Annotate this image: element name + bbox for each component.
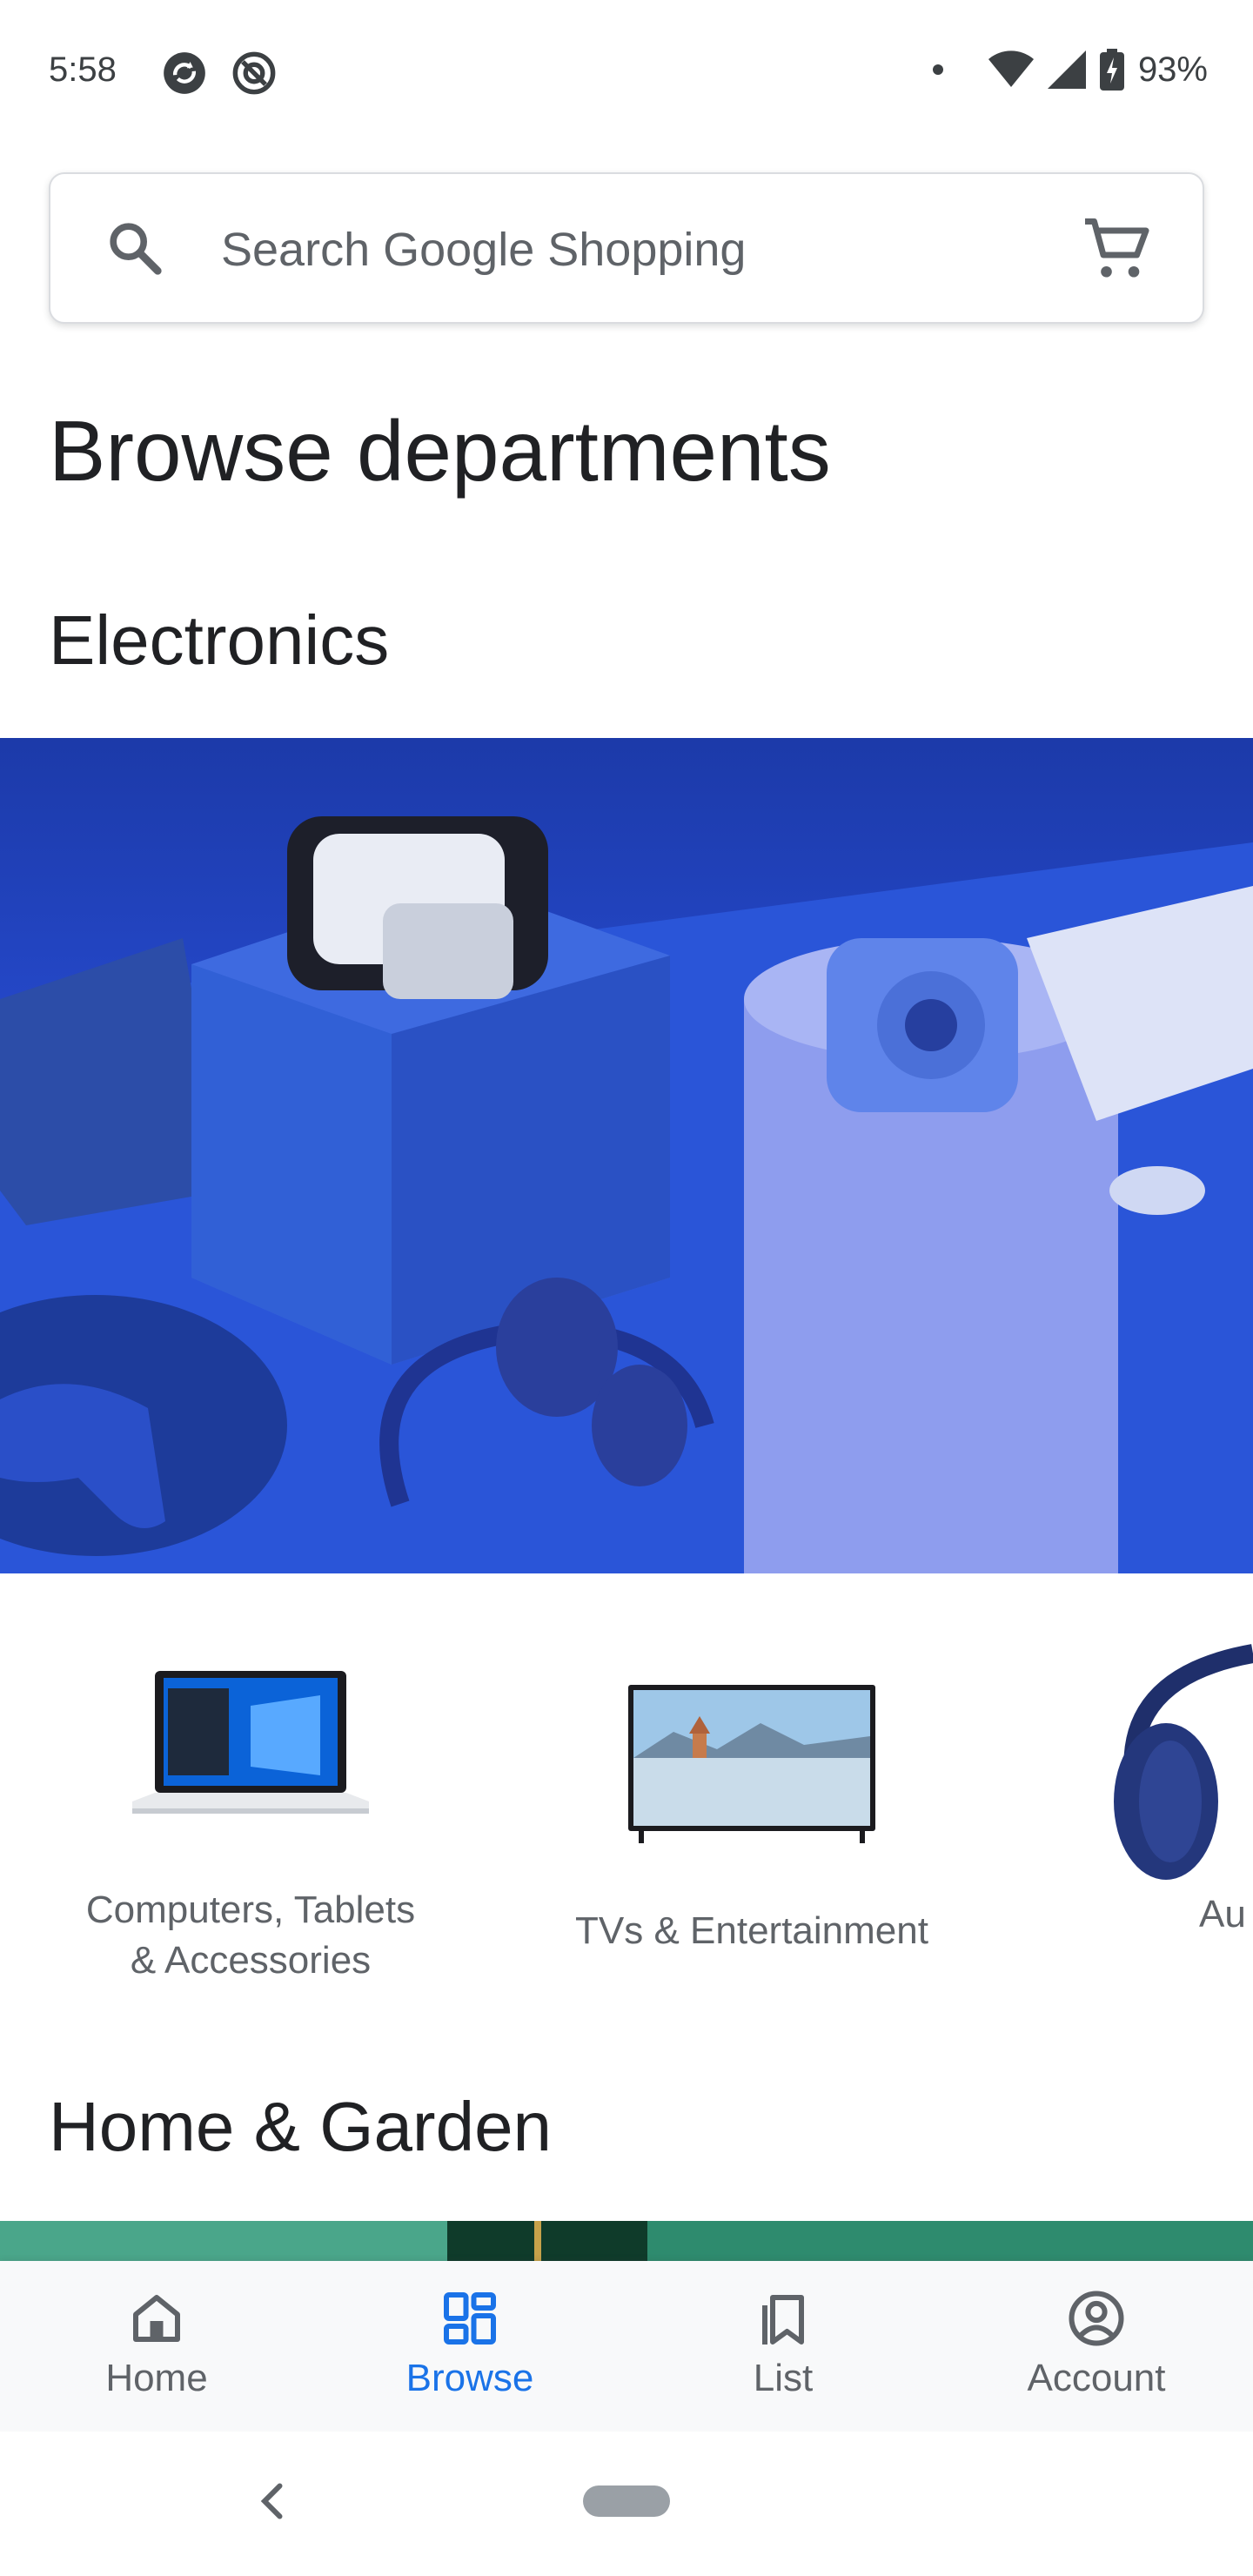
section-title-electronics: Electronics [49, 601, 390, 679]
sync-icon [164, 52, 205, 94]
category-label-line1: Computers, Tablets [85, 1888, 416, 1931]
nav-label-list: List [753, 2357, 814, 2399]
nav-label-home: Home [105, 2357, 208, 2399]
nav-list[interactable]: List [626, 2261, 940, 2432]
system-nav-bar [0, 2432, 1253, 2576]
tv-image [628, 1685, 875, 1843]
nav-account[interactable]: Account [940, 2261, 1253, 2432]
bottom-nav: Home Browse List Account [0, 2261, 1253, 2432]
bookmark-icon [762, 2295, 804, 2345]
home-gesture-pill[interactable] [583, 2485, 670, 2517]
category-computers-tablets[interactable]: Computers, Tablets & Accessories [42, 1654, 459, 1986]
electronics-banner[interactable] [0, 738, 1253, 1573]
account-icon [1069, 2291, 1124, 2346]
search-icon[interactable] [104, 218, 165, 278]
category-label-line2: & Accessories [130, 1939, 372, 1982]
category-tvs-entertainment[interactable]: TVs & Entertainment [543, 1654, 961, 1956]
notification-dot-icon [932, 64, 943, 75]
status-time: 5:58 [49, 50, 117, 89]
search-input[interactable]: Search Google Shopping [221, 223, 746, 277]
battery-percent: 93% [1137, 50, 1208, 89]
page-title: Browse departments [49, 403, 831, 499]
category-label: TVs & Entertainment [575, 1909, 928, 1952]
wifi-icon [988, 50, 1034, 87]
search-bar[interactable]: Search Google Shopping [49, 172, 1204, 324]
headphones-image [1114, 1644, 1253, 1880]
category-audio-partial[interactable]: Au [1088, 1636, 1253, 1940]
home-garden-banner-image [0, 2221, 1253, 2264]
signal-icon [1047, 50, 1086, 89]
laptop-image [132, 1671, 369, 1814]
nav-home[interactable]: Home [0, 2261, 313, 2432]
do-not-disturb-icon [232, 51, 276, 95]
cart-icon[interactable] [1079, 212, 1152, 285]
home-garden-banner[interactable] [0, 2221, 1253, 2264]
nav-label-account: Account [1027, 2357, 1166, 2399]
status-bar: 5:58 93% [0, 0, 1253, 148]
nav-label-browse: Browse [405, 2357, 534, 2399]
battery-charging-icon [1099, 49, 1124, 91]
electronics-banner-image [0, 738, 1253, 1573]
section-title-home-garden: Home & Garden [49, 2088, 553, 2165]
nav-browse[interactable]: Browse [313, 2261, 626, 2432]
browse-icon [444, 2292, 496, 2345]
status-right-cluster: 93% [931, 49, 1208, 91]
back-chevron-icon[interactable] [247, 2475, 299, 2527]
home-icon [133, 2295, 180, 2342]
